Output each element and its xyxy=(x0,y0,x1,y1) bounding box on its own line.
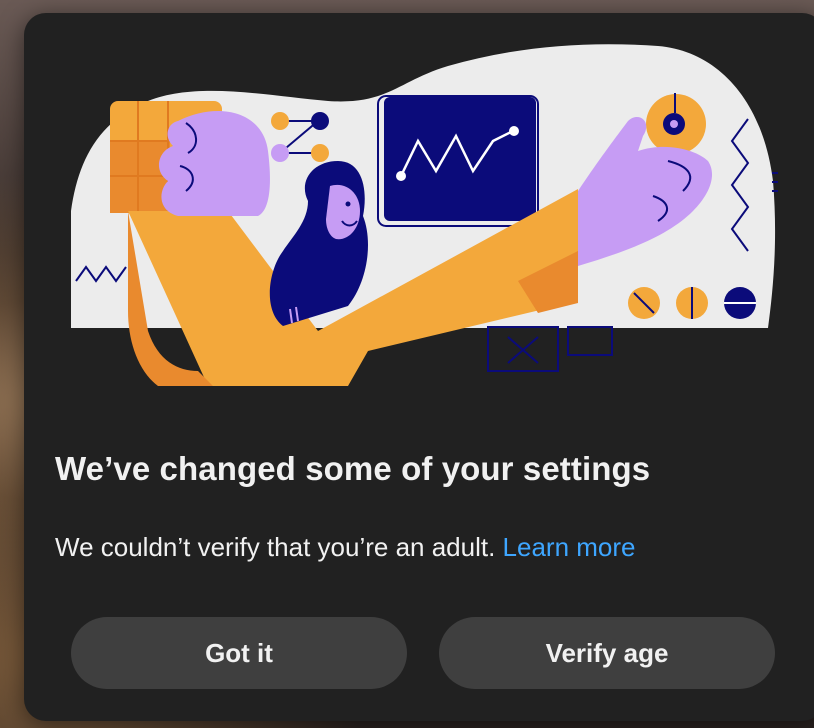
verify-age-button[interactable]: Verify age xyxy=(439,617,775,689)
learn-more-link[interactable]: Learn more xyxy=(503,532,636,562)
dialog-title: We’ve changed some of your settings xyxy=(55,450,651,487)
settings-changed-dialog: We’ve changed some of your settings We c… xyxy=(24,13,814,721)
dialog-message: We couldn’t verify that you’re an adult.… xyxy=(55,532,636,563)
age-verification-illustration xyxy=(68,41,778,386)
dialog-message-text: We couldn’t verify that you’re an adult. xyxy=(55,532,496,562)
got-it-button[interactable]: Got it xyxy=(71,617,407,689)
